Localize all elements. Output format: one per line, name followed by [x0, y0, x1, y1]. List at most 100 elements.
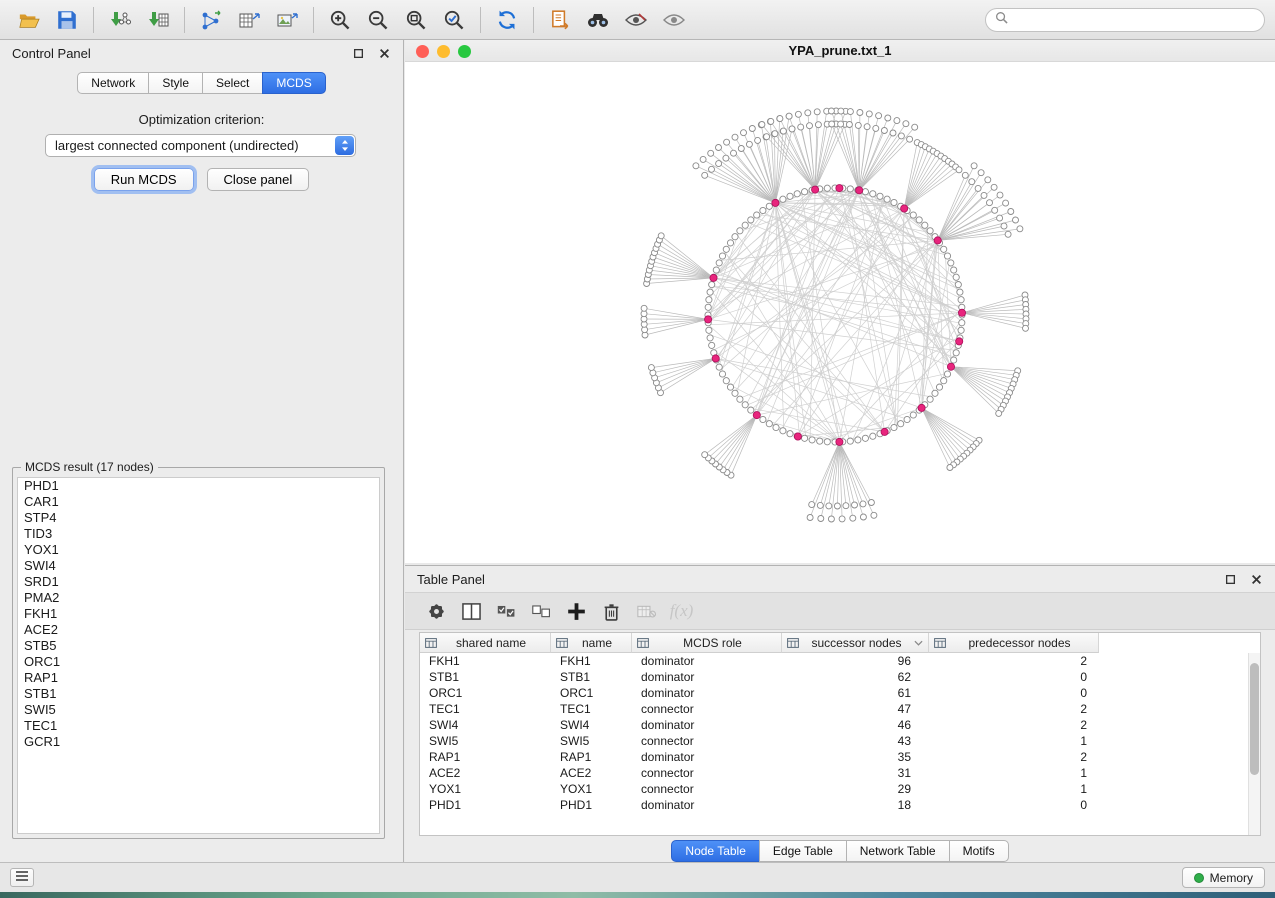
- mcds-result-item[interactable]: GCR1: [18, 734, 379, 750]
- mcds-result-item[interactable]: YOX1: [18, 542, 379, 558]
- mcds-result-item[interactable]: ACE2: [18, 622, 379, 638]
- memory-button[interactable]: Memory: [1182, 867, 1265, 888]
- dominator-node[interactable]: [705, 316, 712, 323]
- zoom-selected-button[interactable]: [435, 4, 473, 36]
- dominator-node[interactable]: [881, 428, 888, 435]
- dominator-node[interactable]: [772, 199, 779, 206]
- mcds-result-item[interactable]: TEC1: [18, 718, 379, 734]
- dominator-node[interactable]: [836, 185, 843, 192]
- mcds-result-list[interactable]: PHD1CAR1STP4TID3YOX1SWI4SRD1PMA2FKH1ACE2…: [17, 477, 380, 834]
- apply-style-button[interactable]: [617, 4, 655, 36]
- delete-column-button[interactable]: [594, 595, 629, 627]
- tab-motifs[interactable]: Motifs: [949, 840, 1009, 862]
- dominator-node[interactable]: [934, 237, 941, 244]
- table-row[interactable]: TEC1TEC1connector472: [420, 701, 1260, 717]
- dominator-node[interactable]: [856, 187, 863, 194]
- select-all-rows-button[interactable]: [489, 595, 524, 627]
- network-ring-nodes[interactable]: [705, 185, 965, 445]
- table-row[interactable]: ORC1ORC1dominator610: [420, 685, 1260, 701]
- float-panel-icon[interactable]: [351, 46, 365, 60]
- deselect-all-rows-button[interactable]: [524, 595, 559, 627]
- show-hide-button[interactable]: [655, 4, 693, 36]
- zoom-out-button[interactable]: [359, 4, 397, 36]
- criterion-dropdown[interactable]: largest connected component (undirected): [45, 134, 356, 157]
- dominator-node[interactable]: [710, 274, 717, 281]
- dominator-node[interactable]: [901, 205, 908, 212]
- dominator-node[interactable]: [712, 355, 719, 362]
- export-image-button[interactable]: [268, 4, 306, 36]
- find-button[interactable]: [579, 4, 617, 36]
- refresh-layout-button[interactable]: [488, 4, 526, 36]
- dominator-node[interactable]: [956, 338, 963, 345]
- add-column-button[interactable]: [559, 595, 594, 627]
- mcds-result-item[interactable]: ORC1: [18, 654, 379, 670]
- copy-network-button[interactable]: [541, 4, 579, 36]
- table-row[interactable]: RAP1RAP1dominator352: [420, 749, 1260, 765]
- close-panel-icon[interactable]: [377, 46, 391, 60]
- save-session-button[interactable]: [48, 4, 86, 36]
- dominator-node[interactable]: [794, 433, 801, 440]
- table-settings-button[interactable]: [419, 595, 454, 627]
- table-row[interactable]: ACE2ACE2connector311: [420, 765, 1260, 781]
- mcds-result-item[interactable]: SWI5: [18, 702, 379, 718]
- tab-style[interactable]: Style: [148, 72, 203, 94]
- scrollbar-thumb[interactable]: [1250, 663, 1259, 775]
- open-session-button[interactable]: [10, 4, 48, 36]
- network-window-titlebar[interactable]: YPA_prune.txt_1: [405, 40, 1275, 62]
- column-header-mcds-role[interactable]: MCDS role: [632, 633, 782, 653]
- dominator-node[interactable]: [836, 438, 843, 445]
- export-network-button[interactable]: [192, 4, 230, 36]
- tab-mcds[interactable]: MCDS: [262, 72, 325, 94]
- function-builder-button[interactable]: f(x): [664, 595, 699, 627]
- run-mcds-button[interactable]: Run MCDS: [94, 168, 194, 191]
- table-row[interactable]: FKH1FKH1dominator962: [420, 653, 1260, 669]
- mcds-result-item[interactable]: SRD1: [18, 574, 379, 590]
- table-row[interactable]: PHD1PHD1dominator180: [420, 797, 1260, 813]
- table-row[interactable]: SWI4SWI4dominator462: [420, 717, 1260, 733]
- table-row[interactable]: SWI5SWI5connector431: [420, 733, 1260, 749]
- zoom-in-button[interactable]: [321, 4, 359, 36]
- tab-edge-table[interactable]: Edge Table: [759, 840, 847, 862]
- cell-predecessor-nodes: 1: [929, 765, 1099, 781]
- tab-select[interactable]: Select: [202, 72, 263, 94]
- dominator-node[interactable]: [753, 412, 760, 419]
- zoom-fit-button[interactable]: [397, 4, 435, 36]
- show-panels-button[interactable]: [10, 868, 34, 887]
- show-columns-button[interactable]: [454, 595, 489, 627]
- float-table-panel-icon[interactable]: [1223, 572, 1237, 586]
- column-header-name[interactable]: name: [551, 633, 632, 653]
- search-box[interactable]: [985, 8, 1265, 32]
- mcds-result-item[interactable]: PMA2: [18, 590, 379, 606]
- dominator-node[interactable]: [947, 363, 954, 370]
- table-scrollbar[interactable]: [1248, 653, 1260, 835]
- dominator-node[interactable]: [812, 186, 819, 193]
- cell-name: PHD1: [551, 797, 632, 813]
- import-table-button[interactable]: [139, 4, 177, 36]
- tab-node-table[interactable]: Node Table: [671, 840, 760, 862]
- mcds-result-item[interactable]: FKH1: [18, 606, 379, 622]
- mcds-result-item[interactable]: STP4: [18, 510, 379, 526]
- close-table-panel-icon[interactable]: [1249, 572, 1263, 586]
- import-network-button[interactable]: [101, 4, 139, 36]
- dominator-node[interactable]: [918, 404, 925, 411]
- table-row[interactable]: STB1STB1dominator620: [420, 669, 1260, 685]
- tab-network-table[interactable]: Network Table: [846, 840, 950, 862]
- mcds-result-item[interactable]: STB1: [18, 686, 379, 702]
- rename-column-button[interactable]: [629, 595, 664, 627]
- mcds-result-item[interactable]: SWI4: [18, 558, 379, 574]
- tab-network[interactable]: Network: [77, 72, 149, 94]
- close-mcds-panel-button[interactable]: Close panel: [207, 168, 310, 191]
- network-canvas[interactable]: [405, 62, 1273, 563]
- export-table-button[interactable]: [230, 4, 268, 36]
- mcds-result-item[interactable]: CAR1: [18, 494, 379, 510]
- dominator-node[interactable]: [958, 309, 965, 316]
- search-input[interactable]: [1014, 13, 1255, 27]
- table-row[interactable]: YOX1YOX1connector291: [420, 781, 1260, 797]
- mcds-result-item[interactable]: TID3: [18, 526, 379, 542]
- mcds-result-item[interactable]: STB5: [18, 638, 379, 654]
- column-header-successor-nodes[interactable]: successor nodes: [782, 633, 929, 653]
- mcds-result-item[interactable]: RAP1: [18, 670, 379, 686]
- column-header-shared-name[interactable]: shared name: [420, 633, 551, 653]
- column-header-predecessor-nodes[interactable]: predecessor nodes: [929, 633, 1099, 653]
- mcds-result-item[interactable]: PHD1: [18, 478, 379, 494]
